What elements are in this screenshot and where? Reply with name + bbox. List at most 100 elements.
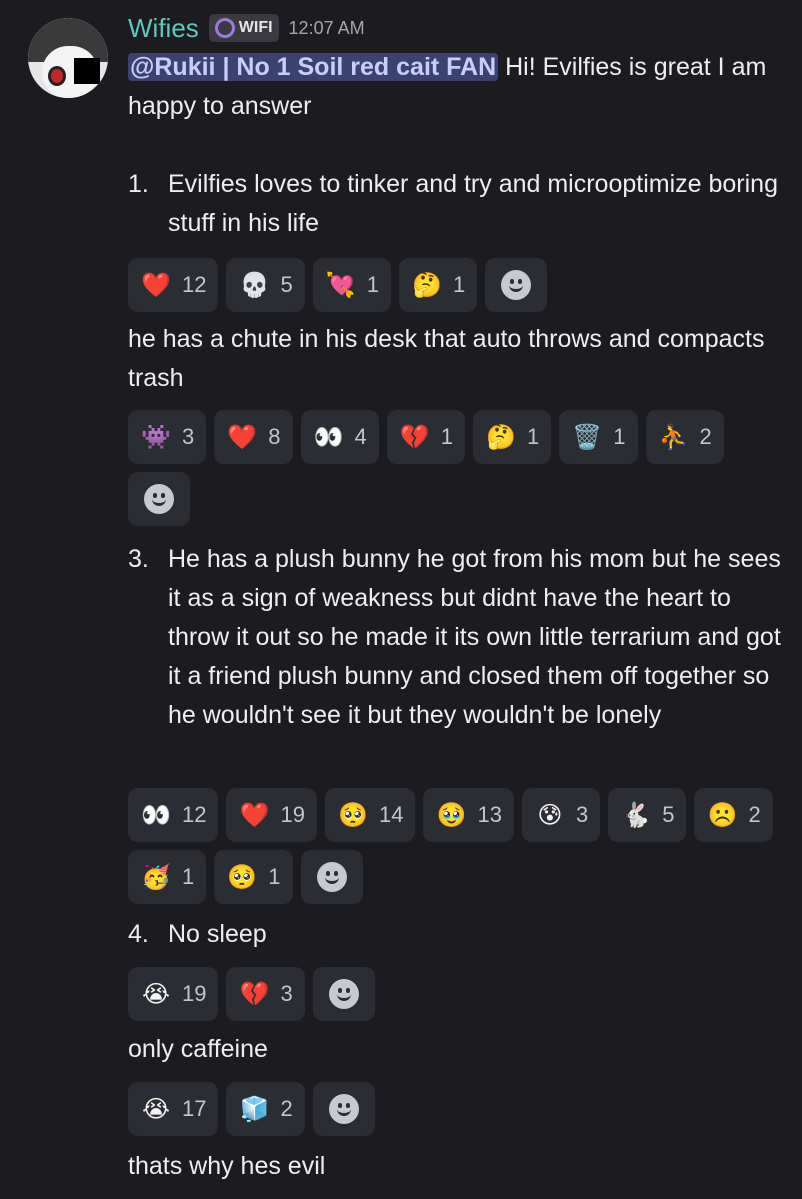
list-item: 1. Evilfies loves to tinker and try and …: [128, 165, 788, 245]
timestamp[interactable]: 12:07 AM: [289, 18, 365, 39]
add-reaction-button[interactable]: [312, 1082, 375, 1136]
trash-can-icon: 🗑️: [572, 423, 603, 451]
reaction-pill[interactable]: 🤔 1: [398, 258, 478, 312]
loudly-crying-face-icon: 😭: [141, 1095, 171, 1123]
reaction-count: 3: [280, 981, 293, 1006]
thinking-face-icon: 🤔: [412, 271, 442, 299]
add-reaction-button[interactable]: [485, 258, 548, 312]
custom-party-icon: 🥳: [141, 863, 171, 891]
pleading-face-icon: 🥺: [338, 801, 368, 829]
custom-crying-blue-icon: 😰: [537, 801, 563, 829]
reaction-bar: 👀 12 ❤️ 19 🥺 14 🥹 13 😰 3 🐇 5 ☹️ 2 🥳 1 🥺 1: [128, 788, 788, 904]
avatar-eye: [48, 66, 66, 86]
reaction-pill[interactable]: 😰 3: [521, 788, 601, 842]
holding-tears-face-icon: 🥹: [436, 801, 467, 829]
list-text: He has a plush bunny he got from his mom…: [168, 545, 781, 729]
reaction-pill[interactable]: 🤔 1: [473, 410, 552, 464]
reaction-count: 13: [477, 802, 502, 827]
reaction-pill[interactable]: 💔 3: [226, 967, 305, 1021]
reaction-pill[interactable]: 🥺 14: [324, 788, 416, 842]
reaction-pill[interactable]: 🥺 1: [214, 850, 293, 904]
loudly-crying-face-icon: 😭: [141, 980, 171, 1008]
reaction-pill[interactable]: 👀 12: [128, 788, 219, 842]
reaction-bar: 😭 17 🧊 2: [128, 1082, 788, 1136]
reaction-pill[interactable]: 👾 3: [128, 410, 207, 464]
reaction-pill[interactable]: 💔 1: [386, 410, 465, 464]
eyes-icon: 👀: [141, 801, 171, 829]
reaction-count: 8: [268, 424, 281, 449]
custom-sticker-icon: 🧊: [239, 1095, 270, 1123]
guild-tag-label: WIFI: [238, 19, 273, 36]
reaction-pill[interactable]: 🐇 5: [608, 788, 687, 842]
guild-tag-icon: [214, 18, 235, 38]
reaction-pill[interactable]: ❤️ 8: [214, 410, 293, 464]
reaction-count: 4: [354, 424, 367, 449]
add-reaction-smile-icon: [328, 979, 359, 1009]
reaction-bar: 👾 3 ❤️ 8 👀 4 💔 1 🤔 1 🗑️ 1 ⛹️ 2: [128, 410, 788, 526]
reaction-pill[interactable]: ❤️ 12: [128, 258, 219, 312]
thinking-face-icon: 🤔: [486, 423, 516, 451]
frowning-face-icon: ☹️: [707, 801, 738, 829]
add-reaction-smile-icon: [144, 484, 174, 514]
reaction-pill[interactable]: 🧊 2: [226, 1082, 305, 1136]
reaction-pill[interactable]: 🥹 13: [423, 788, 514, 842]
reaction-count: 1: [527, 424, 540, 449]
reaction-count: 2: [748, 802, 761, 827]
avatar[interactable]: [28, 18, 108, 98]
reaction-count: 19: [280, 802, 305, 827]
reaction-count: 5: [662, 802, 675, 827]
reaction-pill[interactable]: 😭 19: [128, 967, 219, 1021]
reaction-count: 3: [575, 802, 589, 827]
add-reaction-button[interactable]: [128, 472, 190, 526]
reaction-count: 2: [699, 424, 712, 449]
list-number: 3.: [128, 545, 149, 573]
list-item: 4. No sleep: [128, 915, 788, 955]
message-line-chute: he has a chute in his desk that auto thr…: [128, 325, 765, 392]
reaction-count: 1: [440, 424, 453, 449]
message-intro: @Rukii | No 1 Soil red cait FAN Hi! Evil…: [128, 48, 788, 126]
message-line-evil: thats why hes evil: [128, 1152, 326, 1180]
list-text: No sleep: [168, 920, 267, 948]
reaction-count: 3: [182, 424, 195, 449]
add-reaction-button[interactable]: [300, 850, 363, 904]
reaction-pill[interactable]: 💀 5: [226, 258, 305, 312]
reaction-count: 17: [182, 1096, 207, 1121]
avatar-censor-block: [74, 58, 100, 84]
reaction-count: 5: [280, 272, 293, 297]
skull-icon: 💀: [239, 271, 270, 299]
username[interactable]: Wifies: [128, 13, 199, 44]
ghost-custom-icon: 👾: [141, 423, 171, 451]
rabbit-icon: 🐇: [621, 801, 652, 829]
list-number: 4.: [128, 920, 149, 948]
reaction-count: 1: [366, 272, 379, 297]
basketball-player-icon: ⛹️: [658, 423, 689, 451]
reaction-pill[interactable]: 🥳 1: [128, 850, 207, 904]
add-reaction-button[interactable]: [312, 967, 375, 1021]
reaction-bar: ❤️ 12 💀 5 💘 1 🤔 1: [128, 258, 788, 312]
custom-pleading-blue-icon: 🥺: [227, 863, 258, 891]
reaction-pill[interactable]: ❤️ 19: [226, 788, 317, 842]
add-reaction-smile-icon: [316, 862, 347, 892]
heart-icon: ❤️: [239, 801, 270, 829]
reaction-count: 1: [268, 864, 281, 889]
add-reaction-smile-icon: [328, 1094, 359, 1124]
reaction-pill[interactable]: ☹️ 2: [694, 788, 773, 842]
list-item: 3. He has a plush bunny he got from his …: [128, 540, 793, 780]
eyes-icon: 👀: [313, 423, 344, 451]
list-text: Evilfies loves to tinker and try and mic…: [168, 170, 778, 237]
heart-icon: ❤️: [227, 423, 258, 451]
reaction-pill[interactable]: 🗑️ 1: [559, 410, 638, 464]
reaction-pill[interactable]: 💘 1: [312, 258, 391, 312]
reaction-count: 1: [452, 272, 466, 297]
guild-tag[interactable]: WIFI: [208, 14, 279, 42]
reaction-pill[interactable]: ⛹️ 2: [645, 410, 724, 464]
reaction-pill[interactable]: 😭 17: [128, 1082, 219, 1136]
user-mention[interactable]: @Rukii | No 1 Soil red cait FAN: [128, 53, 499, 81]
reaction-count: 1: [182, 864, 195, 889]
reaction-bar: 😭 19 💔 3: [128, 967, 788, 1021]
heart-icon: ❤️: [141, 271, 171, 299]
reaction-count: 12: [182, 272, 207, 297]
message-line-caffeine: only caffeine: [128, 1035, 268, 1063]
reaction-pill[interactable]: 👀 4: [300, 410, 379, 464]
reaction-count: 2: [280, 1096, 293, 1121]
